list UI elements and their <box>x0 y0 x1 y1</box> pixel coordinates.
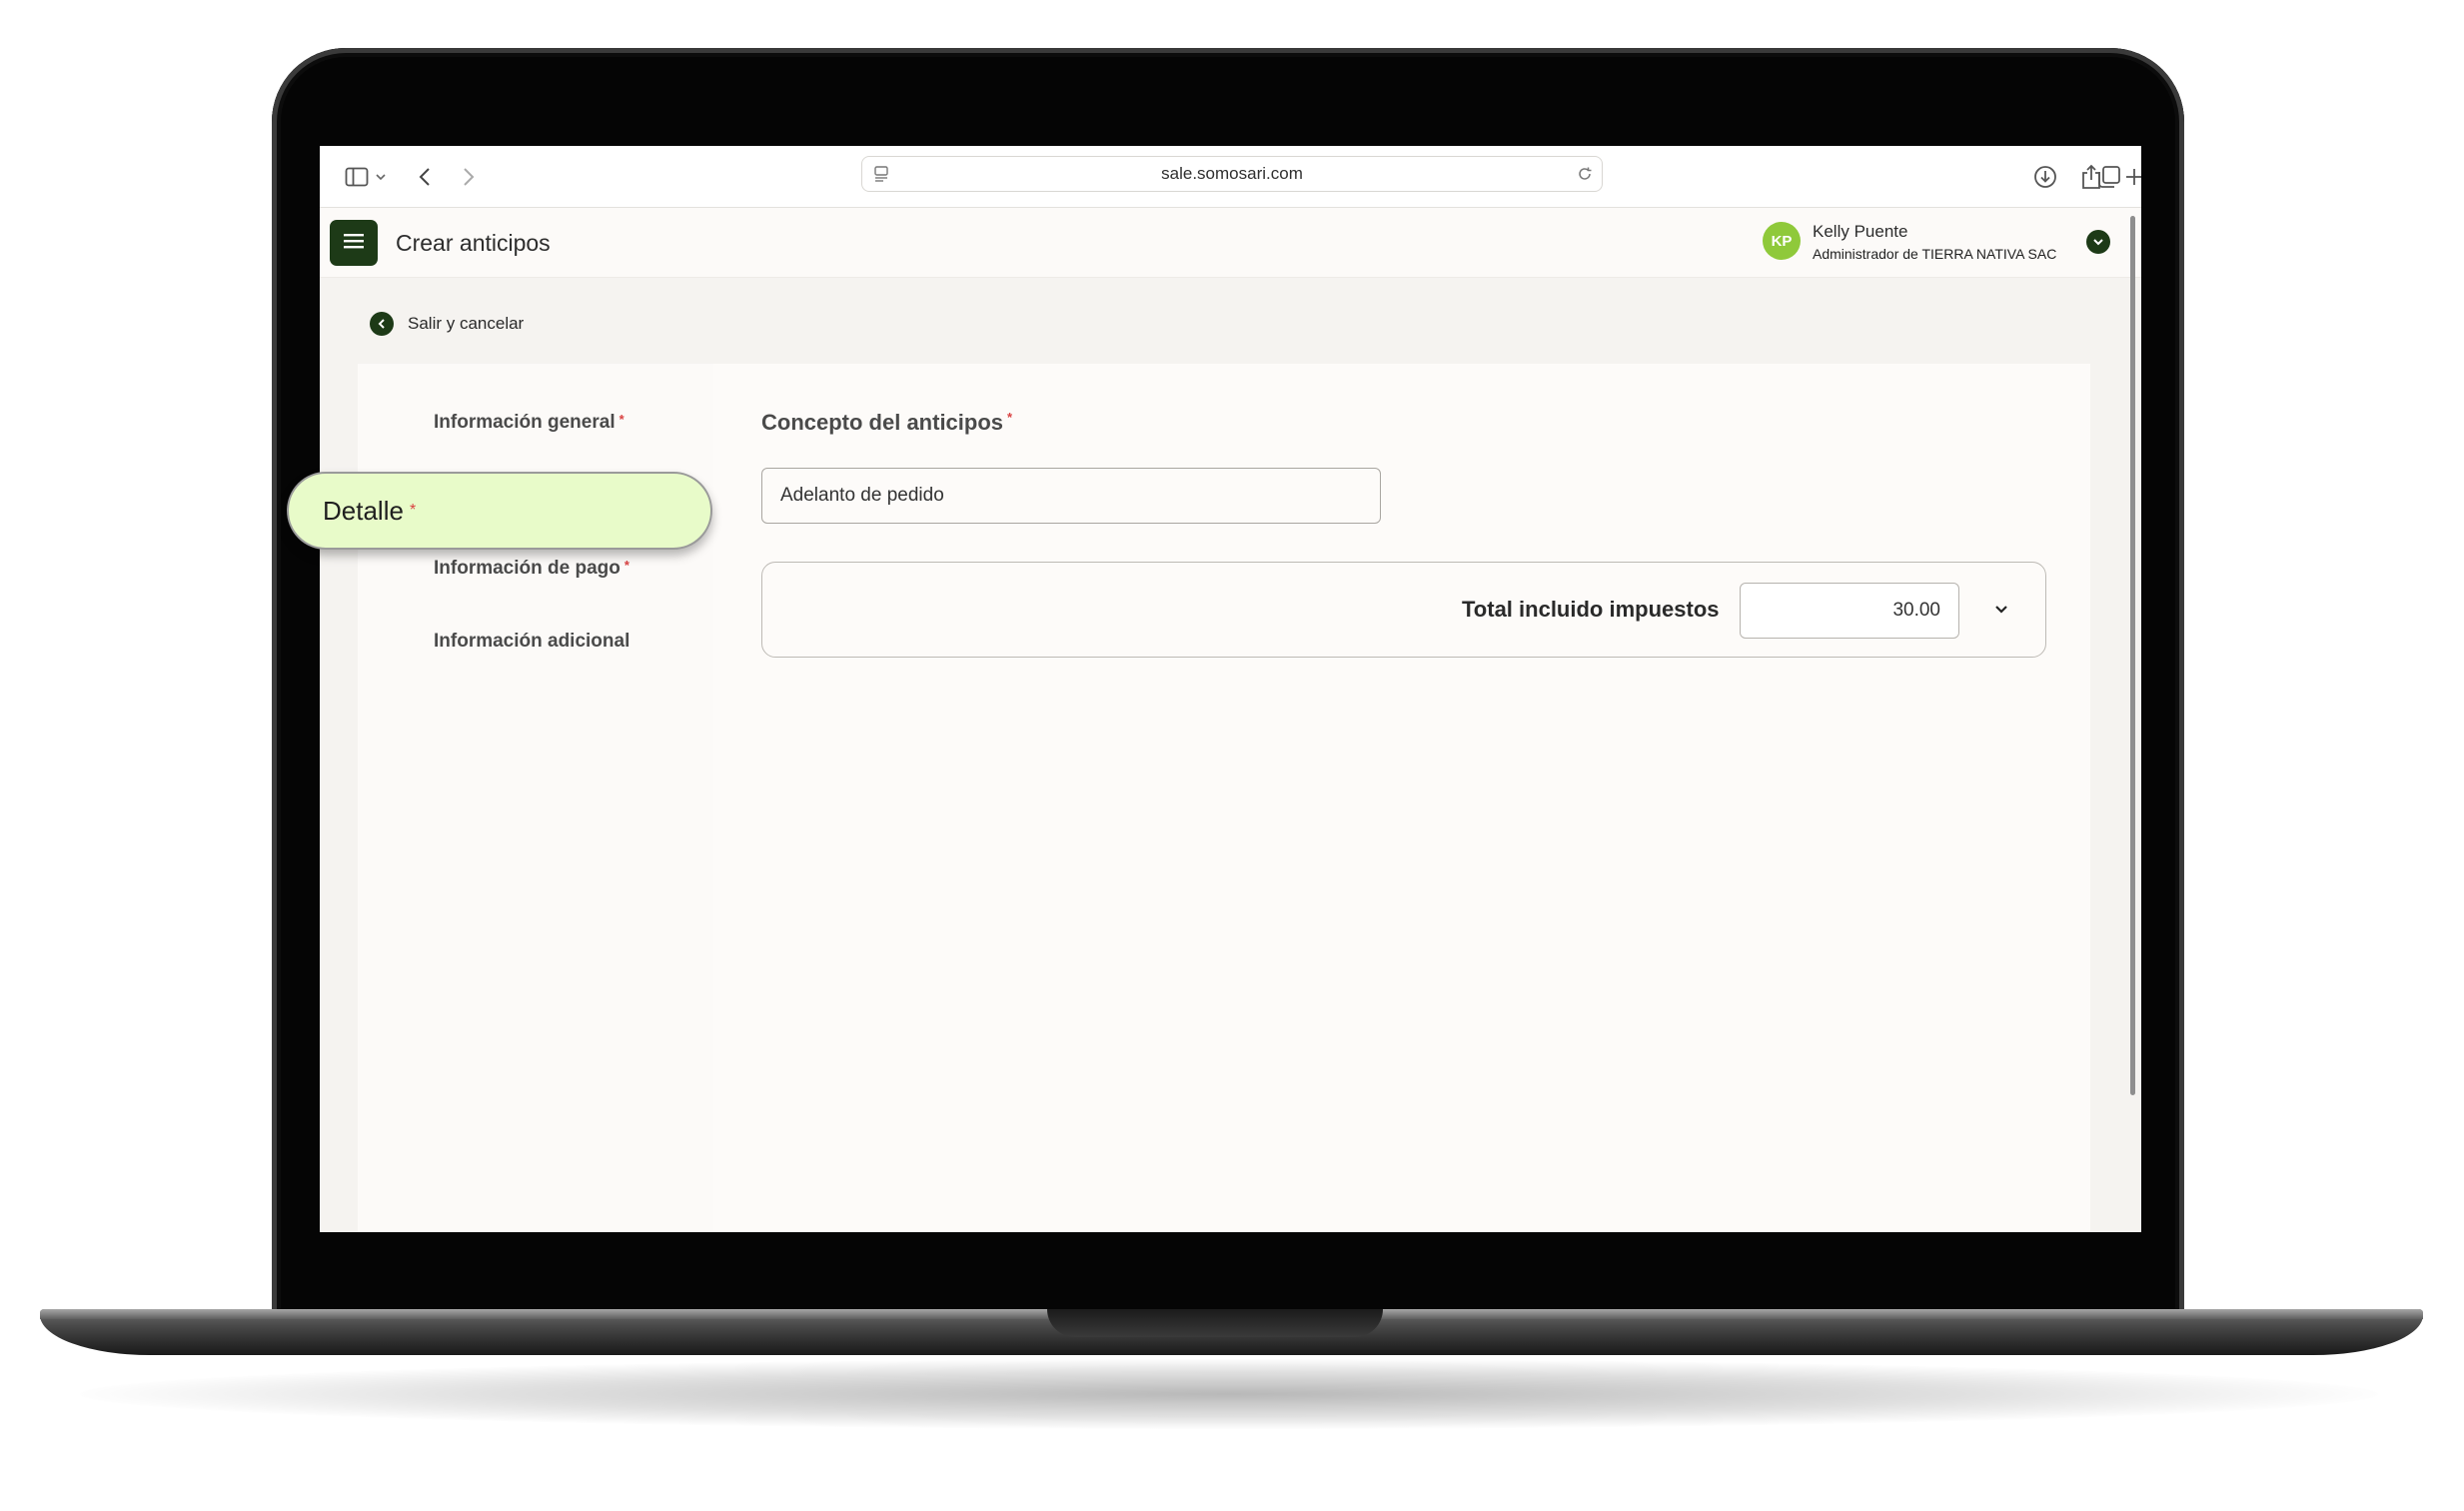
nav-item-informacion-de-pago[interactable]: Información de pago * <box>434 558 629 580</box>
laptop-notch <box>1047 1309 1383 1337</box>
nav-item-label: Información adicional <box>434 631 630 652</box>
user-menu-button[interactable] <box>2086 230 2110 254</box>
menu-button[interactable] <box>330 220 378 266</box>
page-title: Crear anticipos <box>396 230 551 256</box>
back-link[interactable]: Salir y cancelar <box>370 312 524 336</box>
chevron-down-icon <box>2092 233 2104 251</box>
reload-icon[interactable] <box>1576 165 1594 188</box>
total-input[interactable] <box>1740 583 1959 639</box>
scrollbar[interactable] <box>2130 216 2135 1095</box>
hamburger-icon <box>343 232 365 255</box>
total-label: Total incluido impuestos <box>1462 597 1720 622</box>
back-link-label: Salir y cancelar <box>408 314 525 333</box>
laptop-shadow <box>80 1359 2378 1429</box>
avatar[interactable]: KP <box>1763 222 1801 260</box>
new-tab-icon[interactable] <box>2124 164 2141 190</box>
nav-item-detalle[interactable]: Detalle * <box>287 472 712 550</box>
screen: sale.somosari.com Crear anticipos KP Kel… <box>320 146 2141 1232</box>
tab-overview-icon[interactable] <box>2096 164 2122 190</box>
nav-item-label: Información general <box>434 412 616 433</box>
required-marker: * <box>618 412 624 427</box>
expand-total-button[interactable] <box>1989 599 2013 623</box>
nav-item-informacion-general[interactable]: Información general * <box>434 412 624 434</box>
browser-toolbar: sale.somosari.com <box>320 146 2141 208</box>
total-section: Total incluido impuestos <box>761 562 2046 658</box>
download-icon[interactable] <box>2032 164 2058 190</box>
sidebar-toggle-icon[interactable] <box>344 164 370 190</box>
nav-item-label: Detalle <box>323 495 404 526</box>
app-header: Crear anticipos KP Kelly Puente Administ… <box>320 208 2141 278</box>
chevron-left-icon <box>370 312 394 336</box>
concept-input[interactable] <box>761 468 1381 524</box>
user-name: Kelly Puente <box>1813 222 1908 241</box>
required-marker: * <box>1007 410 1013 425</box>
chevron-down-icon[interactable] <box>372 164 390 190</box>
chevron-down-icon <box>1993 602 2009 620</box>
back-arrow-icon[interactable] <box>412 164 438 190</box>
concept-label-text: Concepto del anticipos <box>761 410 1004 435</box>
nav-item-label: Información de pago <box>434 558 620 579</box>
url-text: sale.somosari.com <box>1161 164 1303 183</box>
page-settings-icon[interactable] <box>872 165 890 188</box>
concept-label: Concepto del anticipos * <box>761 410 1012 436</box>
required-marker: * <box>409 502 417 519</box>
forward-arrow-icon[interactable] <box>456 164 482 190</box>
required-marker: * <box>623 558 629 573</box>
address-bar[interactable]: sale.somosari.com <box>861 156 1603 192</box>
user-role: Administrador de TIERRA NATIVA SAC <box>1813 246 2057 262</box>
nav-item-informacion-adicional[interactable]: Información adicional <box>434 631 629 653</box>
